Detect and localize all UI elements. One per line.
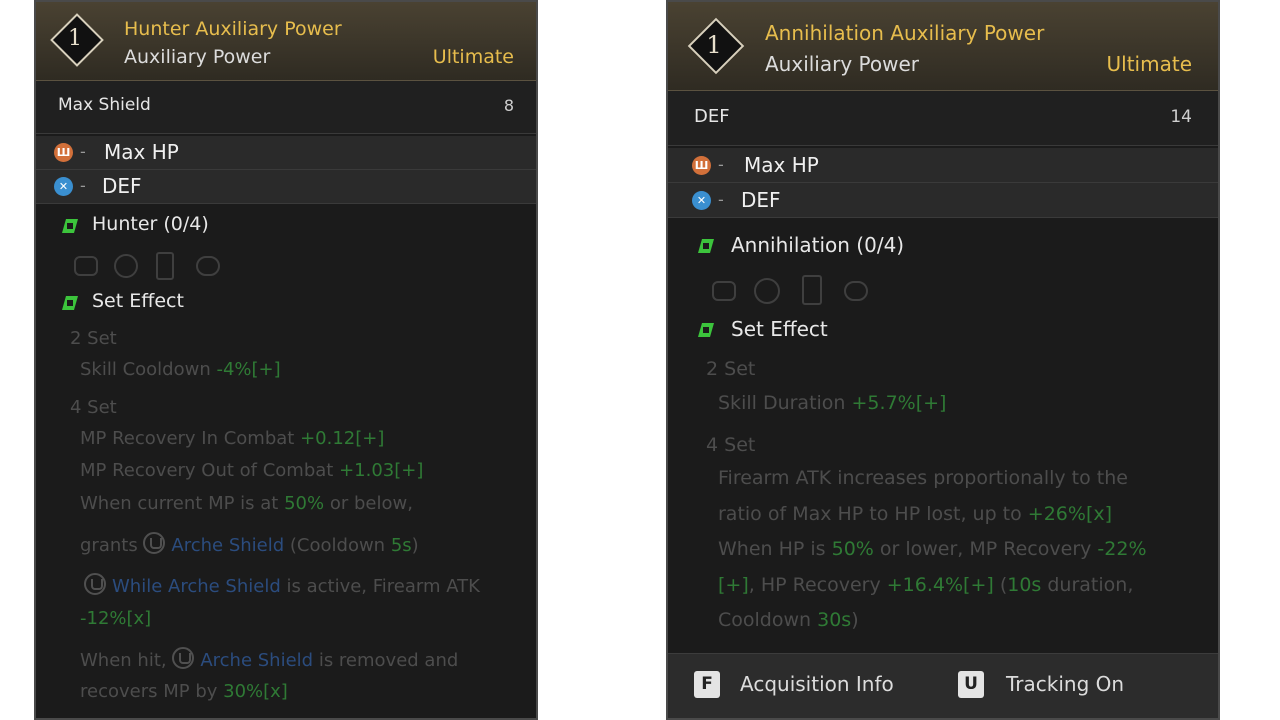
slot-icon <box>844 281 868 301</box>
set2-effect: Skill Duration +5.7%[+] <box>718 392 947 414</box>
set4-line: MP Recovery Out of Combat +1.03[+] <box>80 460 424 481</box>
tracking-toggle-button[interactable]: Tracking On <box>1006 672 1124 696</box>
type-label: DEF <box>102 174 142 198</box>
item-grade: Ultimate <box>432 46 514 68</box>
set4-line: Firearm ATK increases proportionally to … <box>718 467 1128 489</box>
set-icon <box>698 239 714 253</box>
type-label: DEF <box>741 188 781 212</box>
slot-icon <box>754 278 780 304</box>
set4-line: -12%[x] <box>80 608 152 629</box>
set4-line: MP Recovery In Combat +0.12[+] <box>80 428 385 449</box>
arche-shield-icon <box>84 573 106 595</box>
stat-value: 14 <box>1170 107 1192 127</box>
type-dash: - <box>80 142 86 161</box>
tooltip-footer: F Acquisition Info U Tracking On <box>668 653 1218 718</box>
type-label: Max HP <box>744 153 819 177</box>
slot-icon <box>712 281 736 301</box>
tooltip-header: 1 Annihilation Auxiliary Power Auxiliary… <box>668 2 1218 91</box>
def-icon: ✕ <box>692 191 711 210</box>
type-row-def: ✕ - DEF <box>668 183 1218 218</box>
item-category: Auxiliary Power <box>765 52 920 76</box>
tooltip-header: 1 Hunter Auxiliary Power Auxiliary Power… <box>36 2 536 81</box>
set-effect-label: Set Effect <box>731 317 828 341</box>
set4-label: 4 Set <box>70 397 117 418</box>
set4-line: While Arche Shield is active, Firearm AT… <box>84 573 480 597</box>
slot-icon <box>802 275 822 305</box>
slot-icon <box>156 252 174 280</box>
slot-icon <box>196 256 220 276</box>
set2-label: 2 Set <box>70 328 117 349</box>
base-stat-row: Max Shield 8 <box>36 81 536 134</box>
stat-name: DEF <box>694 106 730 127</box>
set4-line: Cooldown 30s) <box>718 609 859 631</box>
max-hp-icon: Ш <box>692 156 711 175</box>
type-dash: - <box>718 155 724 174</box>
base-stat-row: DEF 14 <box>668 91 1218 146</box>
set2-effect: Skill Cooldown -4%[+] <box>80 359 281 380</box>
acquisition-info-button[interactable]: Acquisition Info <box>740 672 894 696</box>
item-title: Hunter Auxiliary Power <box>124 18 342 40</box>
arche-shield-icon <box>143 532 166 554</box>
set4-line: When HP is 50% or lower, MP Recovery -22… <box>718 538 1147 560</box>
type-row-def: ✕ - DEF <box>36 170 536 204</box>
item-category: Auxiliary Power <box>124 46 271 68</box>
max-hp-icon: Ш <box>54 143 73 162</box>
set4-line: When hit, Arche Shield is removed and <box>80 647 458 671</box>
type-dash: - <box>80 176 86 195</box>
set4-line: [+], HP Recovery +16.4%[+] (10s duration… <box>718 574 1134 596</box>
set-name: Hunter (0/4) <box>92 213 209 235</box>
annihilation-auxiliary-power-tooltip: 1 Annihilation Auxiliary Power Auxiliary… <box>666 0 1220 720</box>
type-row-max-hp: Ш - Max HP <box>668 148 1218 183</box>
set-effect-icon <box>62 296 78 310</box>
tracking-key[interactable]: U <box>958 671 984 698</box>
set-effect-icon <box>698 323 714 337</box>
type-label: Max HP <box>104 140 179 164</box>
rank-number: 1 <box>68 26 82 51</box>
arche-shield-icon <box>172 647 195 669</box>
rank-number: 1 <box>706 31 722 59</box>
set4-label: 4 Set <box>706 434 756 456</box>
set-name: Annihilation (0/4) <box>731 233 905 257</box>
stat-value: 8 <box>503 96 514 115</box>
stat-name: Max Shield <box>58 95 151 115</box>
set4-line: ratio of Max HP to HP lost, up to +26%[x… <box>718 503 1113 525</box>
def-icon: ✕ <box>54 177 73 196</box>
item-title: Annihilation Auxiliary Power <box>765 21 1045 45</box>
item-grade: Ultimate <box>1106 52 1192 76</box>
set4-line: recovers MP by 30%[x] <box>80 681 288 702</box>
slot-icon <box>114 254 138 278</box>
set4-line: grants Arche Shield (Cooldown 5s) <box>80 532 419 556</box>
set2-label: 2 Set <box>706 358 756 380</box>
set4-line: When current MP is at 50% or below, <box>80 493 413 514</box>
type-row-max-hp: Ш - Max HP <box>36 136 536 170</box>
type-dash: - <box>718 190 724 209</box>
set-icon <box>62 219 78 233</box>
hunter-auxiliary-power-tooltip: 1 Hunter Auxiliary Power Auxiliary Power… <box>34 0 538 720</box>
set-effect-label: Set Effect <box>92 290 184 312</box>
acquisition-info-key[interactable]: F <box>694 671 720 698</box>
slot-icon <box>74 256 98 276</box>
